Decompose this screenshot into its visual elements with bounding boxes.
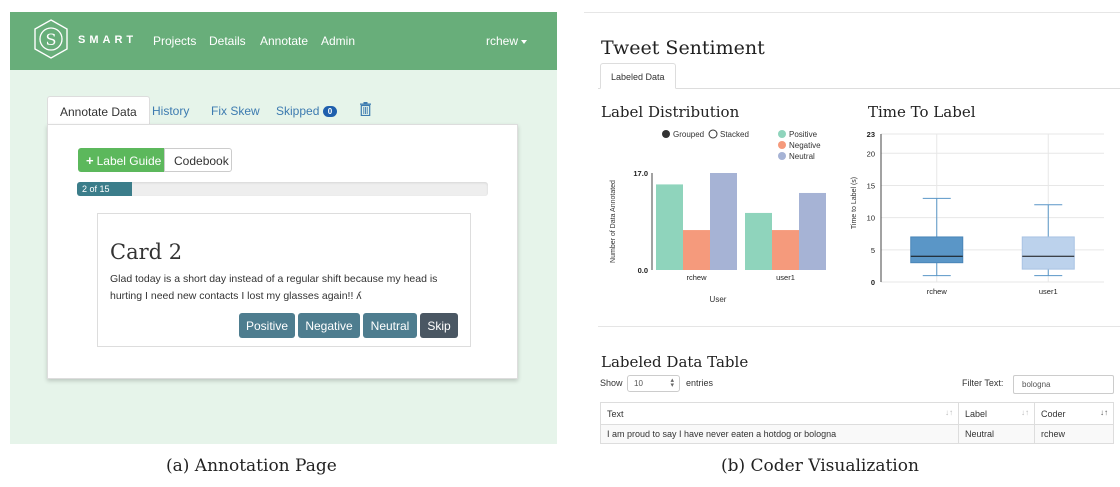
annotation-page-panel: S SMART Projects Details Annotate Admin …: [10, 12, 557, 444]
labeled-data-table-heading: Labeled Data Table: [601, 353, 749, 371]
time-to-label-chart: 0 5 10 15 20 23 Time to Label (s) rchew user1: [851, 130, 1104, 296]
entries-select-value: 10: [634, 379, 643, 388]
annotate-tabs: Annotate Data History Fix Skew Skipped 0: [47, 96, 517, 125]
column-header-label-label: Label: [965, 408, 988, 419]
entries-label: entries: [686, 378, 714, 388]
tab-annotate-data[interactable]: Annotate Data: [47, 96, 150, 125]
cell-label: Neutral: [958, 424, 1035, 444]
nav-admin[interactable]: Admin: [321, 34, 355, 48]
progress-bar: 2 of 15: [77, 182, 132, 196]
box-rchew: [910, 236, 964, 264]
y-tick-label: 23: [867, 130, 875, 139]
column-header-label[interactable]: Label ↓↑: [958, 402, 1035, 425]
caret-down-icon: [521, 39, 528, 44]
select-arrows-icon: ▴ ▾: [670, 377, 674, 389]
coder-visualization-panel: Tweet Sentiment Labeled Data Label Distr…: [584, 12, 1120, 444]
positive-button[interactable]: Positive: [239, 313, 295, 338]
annotate-container: + Label Guide Codebook 2 of 15 Card 2 Gla…: [47, 124, 518, 379]
label-guide-label: Label Guide: [96, 154, 162, 168]
section-divider: [598, 326, 1120, 327]
nav-annotate[interactable]: Annotate: [260, 34, 308, 48]
y-tick-label: 20: [867, 149, 875, 158]
logo-letter: S: [46, 30, 57, 49]
progress-track: 2 of 15: [77, 182, 488, 196]
annotation-card: Card 2 Glad today is a short day instead…: [97, 213, 471, 347]
labeled-data-table: Text ↓↑ Label ↓↑ Coder ↓↑ I am proud to say…: [600, 402, 1114, 444]
table-row[interactable]: I am proud to say I have never eaten a h…: [600, 424, 1114, 444]
column-header-coder[interactable]: Coder ↓↑: [1034, 402, 1114, 425]
card-text: Glad today is a short day instead of a r…: [110, 273, 438, 302]
trash-icon[interactable]: [360, 102, 371, 116]
plus-icon: +: [86, 153, 94, 168]
user-menu[interactable]: rchew: [486, 34, 528, 48]
box-user1: [1021, 236, 1075, 270]
tab-skipped[interactable]: Skipped 0: [276, 96, 338, 125]
filter-text-label: Filter Text:: [962, 378, 1004, 388]
sort-icon: ↓↑: [1021, 408, 1029, 417]
caption-coder-visualization: (b) Coder Visualization: [721, 456, 919, 476]
y-tick-label: 0: [871, 278, 875, 287]
sort-icon: ↓↑: [945, 408, 953, 417]
nav-projects[interactable]: Projects: [153, 34, 196, 48]
box-axes: 0 5 10 15 20 23 Time to Label (s): [851, 130, 882, 287]
codebook-button[interactable]: Codebook: [164, 148, 232, 172]
tab-skipped-label: Skipped: [276, 104, 320, 118]
smart-logo[interactable]: S: [33, 19, 69, 59]
tab-history[interactable]: History: [152, 96, 189, 125]
nav-details[interactable]: Details: [209, 34, 246, 48]
negative-button[interactable]: Negative: [298, 313, 360, 338]
tab-fix-skew[interactable]: Fix Skew: [211, 96, 260, 125]
caption-annotation-page: (a) Annotation Page: [166, 456, 337, 476]
brand-name[interactable]: SMART: [78, 34, 137, 46]
y-tick-label: 5: [871, 246, 875, 255]
cell-text: I am proud to say I have never eaten a h…: [600, 424, 959, 444]
skipped-count-badge: 0: [322, 106, 338, 117]
x-tick-label: user1: [1039, 287, 1058, 296]
sort-desc-icon: ↓↑: [1100, 408, 1108, 417]
user-name: rchew: [486, 34, 519, 48]
x-tick-label: rchew: [927, 287, 948, 296]
y-axis-title: Time to Label (s): [851, 177, 858, 229]
entries-select[interactable]: 10 ▴ ▾: [627, 375, 680, 392]
filter-text-input[interactable]: bologna: [1013, 375, 1114, 394]
show-label: Show: [600, 378, 623, 388]
label-guide-button[interactable]: + Label Guide: [78, 148, 165, 172]
y-tick-label: 10: [867, 214, 875, 223]
box-marks: rchew user1: [910, 197, 1075, 296]
y-tick-label: 15: [867, 181, 875, 190]
column-header-coder-label: Coder: [1041, 408, 1066, 419]
navbar: S SMART Projects Details Annotate Admin …: [10, 12, 557, 70]
neutral-button[interactable]: Neutral: [363, 313, 417, 338]
column-header-text-label: Text: [607, 408, 624, 419]
card-title: Card 2: [110, 240, 183, 264]
cell-coder: rchew: [1034, 424, 1114, 444]
skip-button[interactable]: Skip: [420, 313, 458, 338]
column-header-text[interactable]: Text ↓↑: [600, 402, 959, 425]
